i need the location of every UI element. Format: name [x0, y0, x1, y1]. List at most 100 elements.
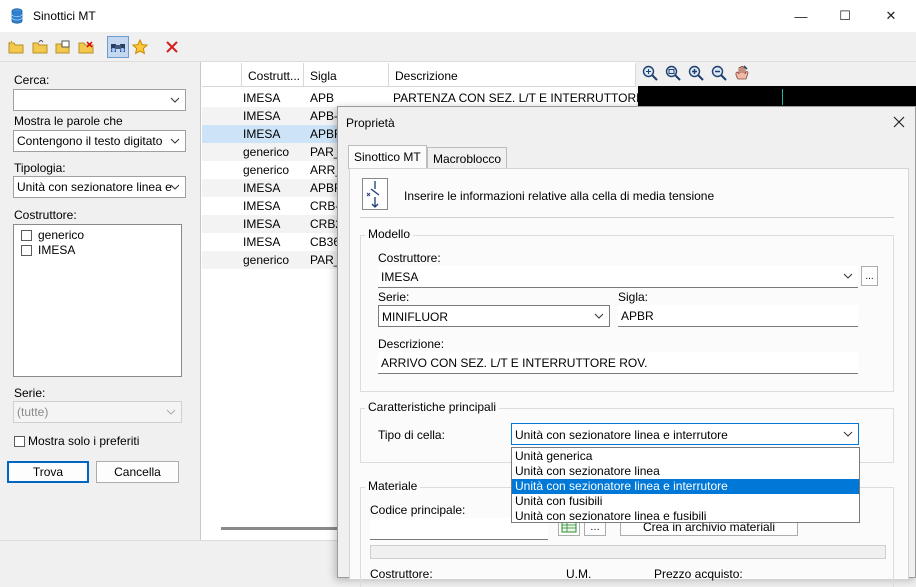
zoom-out-icon[interactable] [711, 65, 727, 81]
delete-folder-icon[interactable] [75, 36, 97, 58]
properties-dialog: Proprietà Sinottico MT Macroblocco Inser… [337, 106, 916, 587]
window-title-bar: Sinottici MT — ☐ ✕ [0, 0, 916, 32]
maximize-button[interactable]: ☐ [822, 0, 868, 32]
serie-label: Serie: [14, 386, 46, 400]
pan-icon[interactable] [734, 65, 750, 81]
dropdown-option[interactable]: Unità con sezionatore linea e interrutor… [512, 479, 859, 494]
info-text: Inserire le informazioni relative alla c… [404, 189, 715, 203]
caratteristiche-group-title: Caratteristiche principali [365, 400, 500, 414]
tipo-cella-combo[interactable]: Unità con sezionatore linea e interrutor… [511, 423, 859, 445]
star-icon[interactable] [129, 36, 151, 58]
costruttore-value: IMESA [381, 270, 419, 284]
serie-value: MINIFLUOR [382, 310, 448, 324]
search-combo[interactable] [13, 89, 186, 111]
cell-costruttore: IMESA [243, 127, 281, 141]
close-red-icon[interactable] [161, 36, 183, 58]
costruttore-option-imesa[interactable]: IMESA [21, 243, 75, 257]
chevron-down-icon [166, 409, 176, 415]
sigla-input[interactable]: APBR [618, 305, 858, 327]
table-row[interactable]: IMESA APB PARTENZA CON SEZ. L/T E INTERRUT… [202, 89, 644, 107]
dialog-close-button[interactable] [883, 107, 915, 137]
minimize-button[interactable]: — [778, 0, 824, 32]
costruttore-label: Costruttore: [378, 251, 441, 265]
tipo-cella-dropdown[interactable]: Unità generica Unità con sezionatore line… [511, 447, 860, 523]
main-toolbar [0, 32, 916, 62]
tipologia-label: Tipologia: [14, 161, 66, 175]
zoom-fit-icon[interactable] [642, 65, 658, 81]
sigla-label: Sigla: [618, 290, 649, 304]
mostra-label: Mostra le parole che [14, 114, 123, 128]
trova-button[interactable]: Trova [7, 461, 89, 483]
dropdown-option[interactable]: Unità generica [512, 449, 859, 464]
cell-costruttore: IMESA [243, 91, 281, 105]
open-folder-icon[interactable] [29, 36, 51, 58]
column-header-descrizione[interactable]: Descrizione [389, 63, 636, 87]
costruttore-listbox[interactable]: generico IMESA [13, 224, 182, 377]
cell-costruttore: IMESA [243, 235, 281, 249]
column-header-costruttore[interactable]: Costrutt... [242, 63, 304, 87]
new-folder-icon[interactable] [5, 36, 27, 58]
tab-page-sinottico: Inserire le informazioni relative alla c… [349, 168, 909, 587]
copy-icon[interactable] [52, 36, 74, 58]
search-panel: Cerca: Mostra le parole che Contengono i… [0, 62, 198, 540]
cell-costruttore: IMESA [243, 217, 281, 231]
browse-costruttore-button[interactable]: ... [861, 266, 878, 286]
close-button[interactable]: ✕ [868, 0, 914, 32]
cell-symbol-icon [362, 178, 388, 210]
chevron-down-icon [170, 97, 180, 103]
preferiti-checkbox-row[interactable]: Mostra solo i preferiti [14, 434, 139, 448]
preview-toolbar [636, 62, 916, 86]
costruttore-combo[interactable]: IMESA [378, 266, 858, 288]
chevron-down-icon [170, 138, 180, 144]
materiale-group-title: Materiale [365, 479, 421, 493]
dropdown-option[interactable]: Unità con sezionatore linea [512, 464, 859, 479]
zoom-window-icon[interactable] [665, 65, 681, 81]
tab-sinottico-mt[interactable]: Sinottico MT [348, 145, 427, 169]
grid-corner-header [202, 63, 242, 87]
serie-label: Serie: [378, 290, 410, 304]
window-title: Sinottici MT [33, 9, 96, 23]
cell-sigla: PAR_ [310, 253, 341, 267]
cell-sigla: CB36 [310, 235, 341, 249]
serie-combo[interactable]: (tutte) [13, 401, 182, 423]
checkbox[interactable] [21, 230, 32, 242]
serie-value: (tutte) [17, 405, 49, 419]
option-label: generico [38, 228, 85, 242]
option-label: IMESA [38, 243, 76, 257]
separator [360, 217, 894, 218]
codice-principale-label: Codice principale: [370, 503, 466, 517]
tipo-cella-value: Unità con sezionatore linea e interrutor… [515, 428, 728, 442]
cerca-label: Cerca: [14, 73, 50, 87]
cell-costruttore: IMESA [243, 199, 281, 213]
um-label: U.M. [566, 567, 592, 581]
descrizione-input[interactable]: ARRIVO CON SEZ. L/T E INTERRUTTORE ROV. [378, 352, 858, 374]
dropdown-option[interactable]: Unità con fusibili [512, 494, 859, 509]
chevron-down-icon [170, 184, 180, 190]
preferiti-checkbox[interactable] [14, 436, 25, 448]
checkbox[interactable] [21, 245, 32, 257]
serie-combo[interactable]: MINIFLUOR [378, 305, 610, 327]
cancella-button[interactable]: Cancella [96, 461, 179, 483]
cell-costruttore: generico [243, 145, 290, 159]
preview-canvas[interactable] [638, 86, 916, 108]
chevron-down-icon [843, 431, 853, 437]
material-description-field [370, 545, 886, 559]
modello-group-title: Modello [365, 227, 414, 241]
costruttore-option-generico[interactable]: generico [21, 228, 84, 242]
close-icon [893, 116, 905, 128]
costruttore-materiale-label: Costruttore: [370, 567, 433, 581]
tipologia-combo[interactable]: Unità con sezionatore linea e [13, 176, 186, 198]
match-mode-combo[interactable]: Contengono il testo digitato [13, 130, 186, 152]
cell-costruttore: generico [243, 163, 290, 177]
preview-line [782, 89, 783, 105]
match-mode-value: Contengono il testo digitato [17, 134, 163, 148]
chevron-down-icon [843, 273, 853, 279]
horizontal-scrollbar[interactable] [221, 527, 341, 530]
dropdown-option[interactable]: Unità con sezionatore linea e fusibili [512, 509, 859, 524]
column-header-sigla[interactable]: Sigla [304, 63, 389, 87]
zoom-in-icon[interactable] [688, 65, 704, 81]
cell-sigla: PAR_ [310, 145, 341, 159]
tab-macroblocco[interactable]: Macroblocco [427, 147, 508, 169]
binoculars-icon[interactable] [107, 36, 129, 58]
cell-sigla: CRB- [310, 199, 340, 213]
